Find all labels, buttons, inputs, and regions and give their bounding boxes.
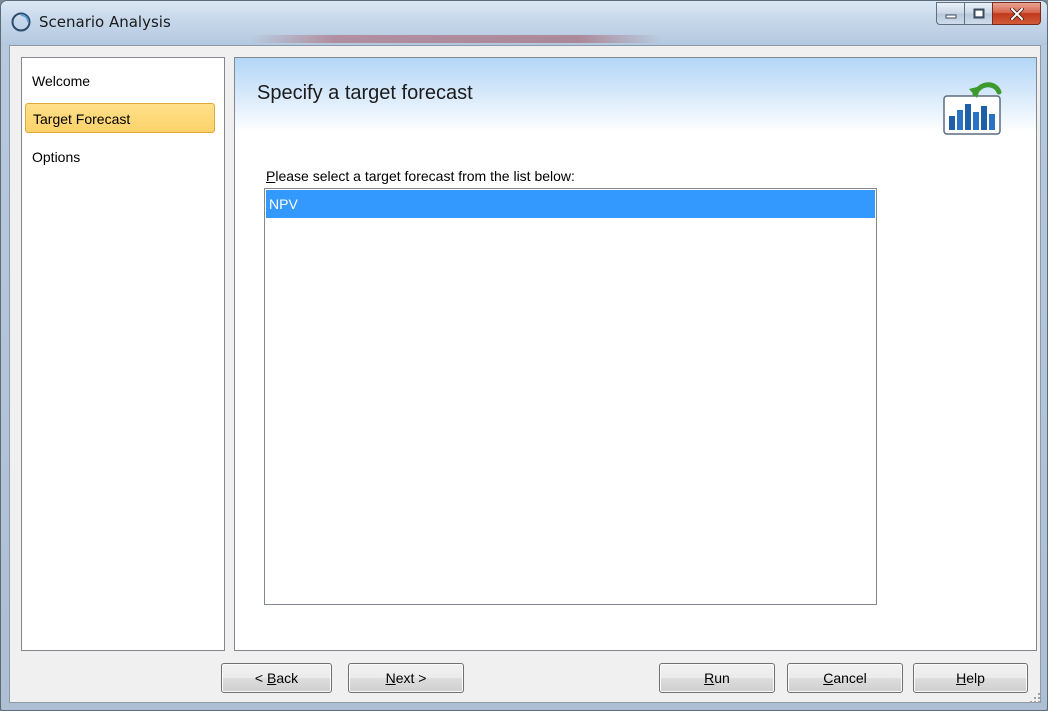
- content-panel: Specify a target forecast Please select …: [234, 57, 1037, 651]
- window-title: Scenario Analysis: [39, 13, 171, 31]
- nav-item-label: Target Forecast: [33, 111, 131, 127]
- caption-buttons: [936, 2, 1041, 25]
- target-forecast-prompt: Please select a target forecast from the…: [266, 168, 575, 184]
- minimize-icon: [945, 14, 956, 18]
- resize-grip-icon[interactable]: [1029, 692, 1041, 704]
- nav-item-welcome[interactable]: Welcome: [28, 66, 214, 96]
- back-button-accel: B: [266, 670, 277, 686]
- next-button-label: ext >: [395, 670, 427, 686]
- nav-item-label: Options: [32, 149, 81, 165]
- run-button-accel: R: [704, 670, 715, 686]
- help-button-label: elp: [966, 670, 985, 686]
- prompt-accelerator: P: [266, 168, 276, 184]
- run-button[interactable]: Run: [659, 663, 775, 693]
- scenario-analysis-window: Scenario Analysis Welcome Target Forecas…: [0, 0, 1048, 711]
- header-band: Specify a target forecast: [235, 58, 1036, 135]
- nav-item-options[interactable]: Options: [28, 142, 214, 172]
- prompt-text: lease select a target forecast from the …: [275, 168, 575, 184]
- maximize-button[interactable]: [964, 2, 992, 25]
- wizard-step-list: Welcome Target Forecast Options: [21, 57, 225, 651]
- app-logo-icon: [11, 12, 31, 32]
- next-button[interactable]: Next >: [348, 663, 464, 693]
- cancel-button-accel: C: [823, 670, 834, 686]
- list-item[interactable]: NPV: [266, 190, 875, 218]
- nav-item-label: Welcome: [32, 73, 91, 89]
- title-bar-reflection: [251, 35, 661, 43]
- help-button-accel: H: [956, 670, 967, 686]
- forecast-listbox[interactable]: NPV: [264, 188, 877, 605]
- back-button[interactable]: < Back: [221, 663, 332, 693]
- nav-item-target-forecast[interactable]: Target Forecast: [25, 103, 215, 133]
- run-button-label: un: [714, 670, 730, 686]
- close-button[interactable]: [992, 2, 1041, 25]
- next-button-accel: N: [385, 670, 396, 686]
- list-item-label: NPV: [269, 196, 298, 212]
- maximize-icon: [973, 8, 984, 19]
- cancel-button[interactable]: Cancel: [787, 663, 903, 693]
- back-button-prefix: <: [254, 670, 267, 686]
- help-button[interactable]: Help: [913, 663, 1028, 693]
- chart-refresh-icon: [943, 82, 1002, 135]
- back-button-label: ack: [276, 670, 299, 686]
- title-bar[interactable]: Scenario Analysis: [1, 1, 1047, 45]
- close-icon: [1009, 7, 1024, 20]
- page-title: Specify a target forecast: [257, 82, 473, 104]
- minimize-button[interactable]: [936, 2, 964, 25]
- cancel-button-label: ancel: [833, 670, 867, 686]
